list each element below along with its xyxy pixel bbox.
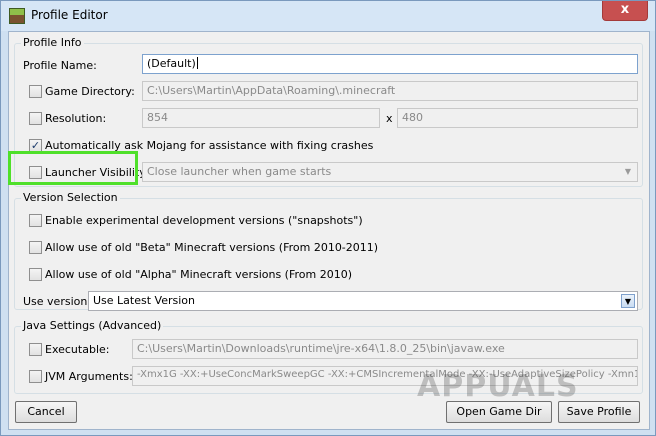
resolution-label: Resolution: bbox=[45, 112, 107, 125]
use-version-value: Use Latest Version bbox=[93, 294, 195, 307]
beta-versions-label: Allow use of old "Beta" Minecraft versio… bbox=[45, 241, 379, 254]
beta-versions-checkbox[interactable] bbox=[29, 241, 42, 254]
launcher-visibility-value: Close launcher when game starts bbox=[147, 165, 332, 178]
game-directory-label: Game Directory: bbox=[45, 85, 135, 98]
resolution-checkbox[interactable] bbox=[29, 112, 42, 125]
use-version-label: Use version: bbox=[23, 295, 92, 308]
save-profile-button[interactable]: Save Profile bbox=[558, 401, 640, 423]
alpha-versions-checkbox[interactable] bbox=[29, 268, 42, 281]
jvm-arguments-label: JVM Arguments: bbox=[45, 370, 133, 383]
version-selection-legend: Version Selection bbox=[21, 191, 120, 204]
game-directory-checkbox[interactable] bbox=[29, 85, 42, 98]
snapshots-label: Enable experimental development versions… bbox=[45, 214, 363, 227]
snapshots-checkbox[interactable] bbox=[29, 214, 42, 227]
profile-name-input[interactable]: (Default) bbox=[142, 54, 638, 74]
java-settings-legend: Java Settings (Advanced) bbox=[21, 319, 164, 332]
resolution-width-input[interactable]: 854 bbox=[142, 108, 380, 128]
minecraft-grass-block-icon bbox=[9, 8, 25, 24]
appuals-watermark: APPUALS bbox=[417, 369, 579, 404]
version-selection-group: Version Selection Enable experimental de… bbox=[14, 191, 643, 311]
use-version-dropdown[interactable]: Use Latest Version ▼ bbox=[88, 291, 638, 311]
profile-name-label: Profile Name: bbox=[23, 59, 97, 72]
launcher-visibility-dropdown[interactable]: Close launcher when game starts ▼ bbox=[142, 162, 638, 182]
game-directory-input[interactable]: C:\Users\Martin\AppData\Roaming\.minecra… bbox=[142, 81, 638, 101]
chevron-down-icon: ▼ bbox=[621, 294, 635, 308]
executable-checkbox[interactable] bbox=[29, 343, 42, 356]
close-window-button[interactable]: x bbox=[602, 1, 648, 21]
title-bar[interactable]: Profile Editor x bbox=[1, 1, 655, 31]
profile-info-legend: Profile Info bbox=[21, 36, 84, 49]
resolution-height-input[interactable]: 480 bbox=[397, 108, 638, 128]
window-title: Profile Editor bbox=[31, 8, 108, 22]
profile-editor-window: Profile Editor x Profile Info Profile Na… bbox=[0, 0, 656, 436]
resolution-separator: x bbox=[386, 112, 393, 125]
dialog-content: Profile Info Profile Name: (Default) Gam… bbox=[8, 31, 650, 430]
executable-input[interactable]: C:\Users\Martin\Downloads\runtime\jre-x6… bbox=[132, 339, 638, 359]
chevron-down-icon: ▼ bbox=[624, 167, 632, 176]
launcher-visibility-highlight bbox=[8, 151, 138, 185]
open-game-dir-button[interactable]: Open Game Dir bbox=[446, 401, 552, 423]
jvm-arguments-checkbox[interactable] bbox=[29, 370, 42, 383]
alpha-versions-label: Allow use of old "Alpha" Minecraft versi… bbox=[45, 268, 353, 281]
executable-label: Executable: bbox=[45, 343, 110, 356]
text-caret bbox=[196, 57, 198, 69]
cancel-button[interactable]: Cancel bbox=[15, 401, 77, 423]
